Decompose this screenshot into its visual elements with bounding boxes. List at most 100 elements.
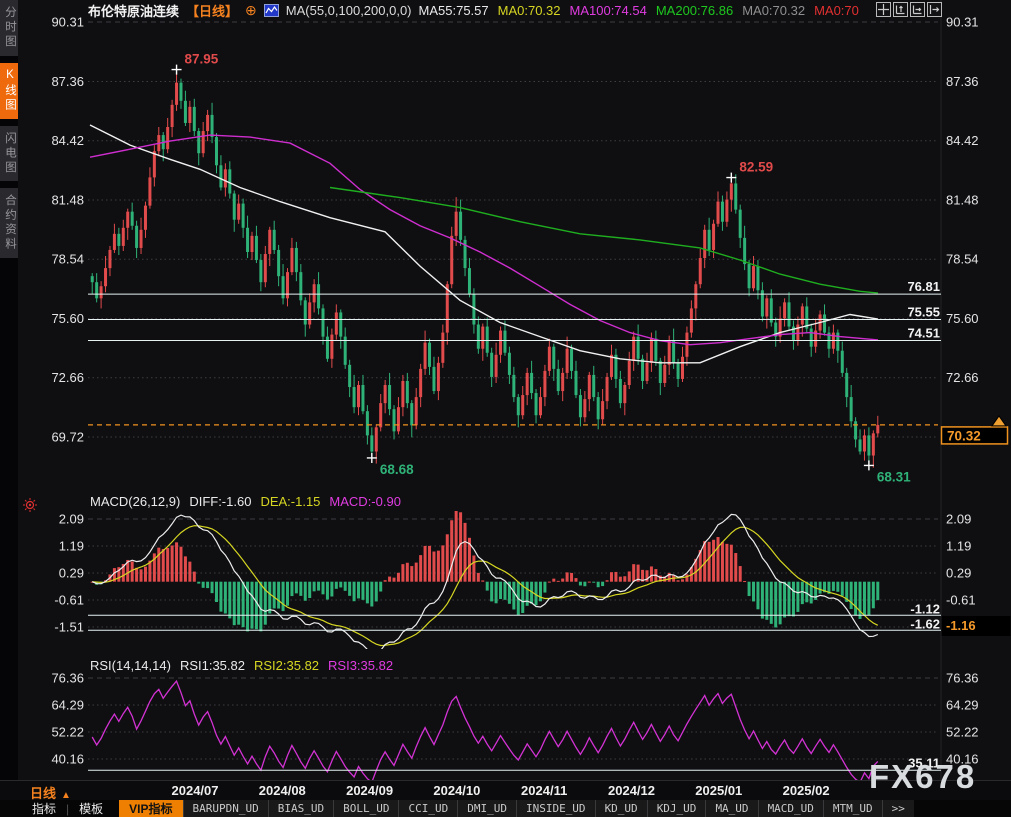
svg-text:64.29: 64.29 (51, 697, 84, 712)
macd-header: MACD(26,12,9) DIFF:-1.60 DEA:-1.15 MACD:… (90, 494, 401, 510)
svg-text:2.09: 2.09 (946, 512, 971, 527)
chart-header: 布伦特原油连续 【日线】 ⊕ MA(55,0,100,200,0,0) MA55… (88, 0, 868, 20)
svg-text:-1.12: -1.12 (910, 601, 940, 616)
chart-style-icon[interactable] (264, 4, 279, 17)
indicator-tab-bias-ud[interactable]: BIAS_UD (268, 800, 333, 817)
tab-1[interactable]: 模板 (69, 800, 113, 817)
svg-text:-0.61: -0.61 (946, 593, 976, 608)
add-indicator-icon[interactable]: ⊕ (245, 2, 257, 19)
price-annotation: 82.59 (726, 160, 773, 183)
ma-value-2: MA100:74.54 (570, 3, 647, 18)
time-axis-label: 2025/01 (695, 783, 742, 798)
svg-text:64.29: 64.29 (946, 697, 979, 712)
candles-layer (90, 70, 879, 468)
period-tag[interactable]: 【日线】 (186, 1, 238, 20)
symbol-title: 布伦特原油连续 (88, 1, 179, 20)
price-annotation: 68.68 (367, 453, 414, 477)
macd-diff-value: DIFF:-1.60 (189, 494, 251, 510)
crosshair-icon[interactable] (876, 2, 891, 17)
svg-text:69.72: 69.72 (51, 429, 84, 444)
ma-value-5: MA0:70 (814, 3, 859, 18)
chart-canvas[interactable]: 90.3190.3187.3687.3684.4284.4281.4881.48… (0, 0, 1011, 817)
time-axis-label: 2025/02 (783, 783, 830, 798)
svg-text:1.19: 1.19 (946, 539, 971, 554)
rsi-header: RSI(14,14,14) RSI1:35.82 RSI2:35.82 RSI3… (90, 658, 393, 674)
svg-text:75.60: 75.60 (51, 311, 84, 326)
ma-value-4: MA0:70.32 (742, 3, 805, 18)
svg-text:72.66: 72.66 (946, 370, 979, 385)
macd-dea-value: DEA:-1.15 (260, 494, 320, 510)
svg-text:76.81: 76.81 (907, 279, 940, 294)
svg-text:0.29: 0.29 (946, 566, 971, 581)
rsi2-value: RSI2:35.82 (254, 658, 319, 674)
ma-values: MA55:75.57 MA0:70.32 MA100:74.54 MA200:76.8… (419, 3, 868, 18)
svg-text:-1.62: -1.62 (910, 616, 940, 631)
indicator-tab-boll-ud[interactable]: BOLL_UD (333, 800, 398, 817)
current-price-label: 70.32 (942, 416, 1008, 444)
svg-text:82.59: 82.59 (739, 160, 773, 175)
svg-text:78.54: 78.54 (51, 252, 84, 267)
indicator-tab-dmi-ud[interactable]: DMI_UD (457, 800, 516, 817)
axis-zoom-right-icon[interactable] (910, 2, 925, 17)
ma-value-3: MA200:76.86 (656, 3, 733, 18)
indicator-tab-kd-ud[interactable]: KD_UD (595, 800, 647, 817)
time-axis-label: 2024/07 (172, 783, 219, 798)
rsi1-value: RSI1:35.82 (180, 658, 245, 674)
time-axis-label: 2024/11 (521, 783, 567, 798)
axis-zoom-up-icon[interactable] (893, 2, 908, 17)
svg-text:81.48: 81.48 (51, 192, 84, 207)
indicator-tabbar: 指标|模板VIP指标BARUPDN_UDBIAS_UDBOLL_UDCCI_UD… (0, 800, 1011, 817)
indicator-tab-macd-ud[interactable]: MACD_UD (758, 800, 823, 817)
indicator-tab-mtm-ud[interactable]: MTM_UD (823, 800, 882, 817)
svg-text:90.31: 90.31 (51, 15, 84, 30)
indicator-tab-cci-ud[interactable]: CCI_UD (398, 800, 457, 817)
time-axis: 日线▲ 2024/072024/082024/092024/102024/112… (0, 780, 1011, 801)
svg-text:76.36: 76.36 (946, 671, 979, 686)
indicator-tab-barupdn-ud[interactable]: BARUPDN_UD (183, 800, 268, 817)
svg-text:52.22: 52.22 (946, 724, 979, 739)
svg-text:78.54: 78.54 (946, 252, 979, 267)
watermark: FX678 (869, 758, 976, 796)
overlay-ma200 (330, 188, 878, 294)
svg-text:87.95: 87.95 (185, 52, 219, 67)
svg-text:-0.61: -0.61 (54, 593, 84, 608)
indicator-tab-kdj-ud[interactable]: KDJ_UD (647, 800, 706, 817)
indicator-tab-ma-ud[interactable]: MA_UD (705, 800, 757, 817)
svg-text:75.60: 75.60 (946, 311, 979, 326)
svg-text:-1.51: -1.51 (54, 620, 84, 635)
latest-bar-marker (992, 416, 1006, 426)
rsi3-value: RSI3:35.82 (328, 658, 393, 674)
indicator-tab--[interactable]: >> (882, 800, 914, 817)
svg-text:84.42: 84.42 (946, 133, 979, 148)
svg-text:76.36: 76.36 (51, 671, 84, 686)
svg-text:0.29: 0.29 (59, 566, 84, 581)
tab-2[interactable]: VIP指标 (119, 800, 182, 817)
trading-app-window: 90.3190.3187.3687.3684.4284.4281.4881.48… (0, 0, 1011, 817)
svg-text:68.68: 68.68 (380, 462, 414, 477)
ma-value-0: MA55:75.57 (419, 3, 489, 18)
svg-text:72.66: 72.66 (51, 370, 84, 385)
macd-macd-value: MACD:-0.90 (329, 494, 401, 510)
time-axis-label: 2024/10 (433, 783, 480, 798)
svg-text:40.16: 40.16 (51, 751, 84, 766)
svg-text:52.22: 52.22 (51, 724, 84, 739)
time-axis-label: 2024/09 (346, 783, 393, 798)
chart-toolbar (876, 2, 942, 17)
tab-0[interactable]: 指标 (22, 800, 66, 817)
svg-text:90.31: 90.31 (946, 15, 979, 30)
macd-plot (91, 510, 880, 654)
svg-text:75.55: 75.55 (907, 304, 940, 319)
svg-text:2.09: 2.09 (59, 512, 84, 527)
macd-title: MACD(26,12,9) (90, 494, 180, 510)
macd-alert-icon[interactable] (23, 498, 37, 512)
svg-text:-1.16: -1.16 (946, 618, 976, 633)
ma-value-1: MA0:70.32 (498, 3, 561, 18)
time-axis-label: 2024/12 (608, 783, 655, 798)
svg-text:70.32: 70.32 (947, 428, 981, 443)
svg-text:81.48: 81.48 (946, 192, 979, 207)
svg-text:1.19: 1.19 (59, 539, 84, 554)
exit-pane-icon[interactable] (927, 2, 942, 17)
price-annotation: 87.95 (172, 52, 219, 75)
indicator-tab-inside-ud[interactable]: INSIDE_UD (516, 800, 595, 817)
ma-formula: MA(55,0,100,200,0,0) (286, 3, 412, 18)
